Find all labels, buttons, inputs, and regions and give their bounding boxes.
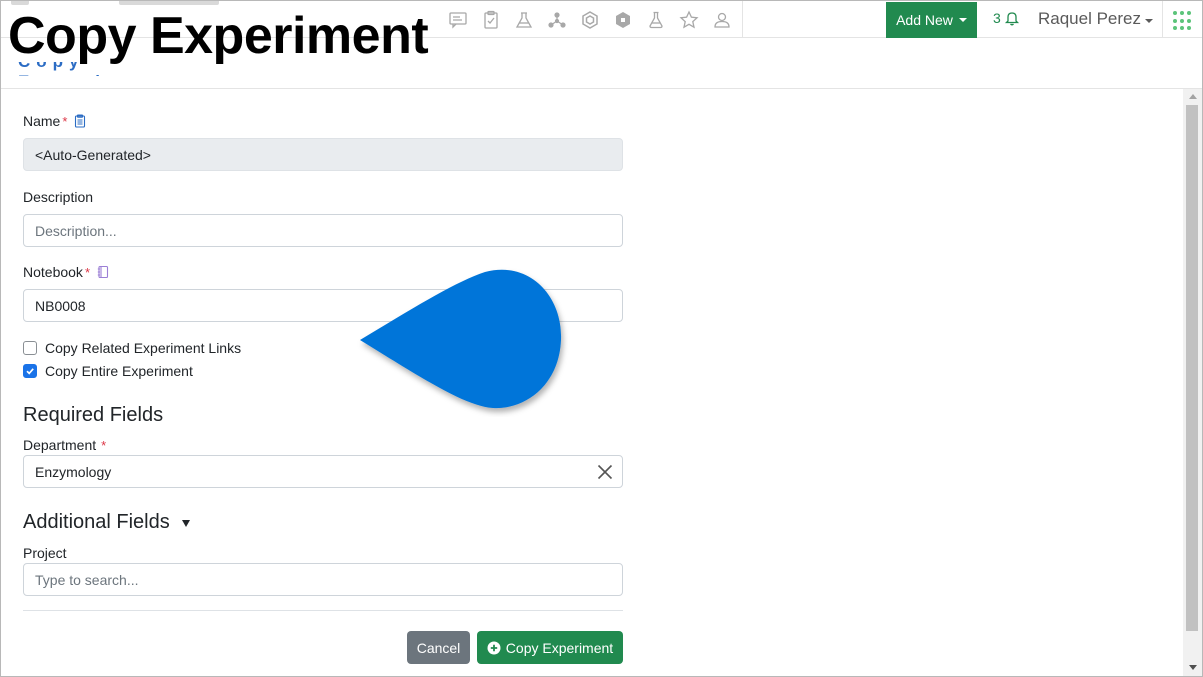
page-title: Copy Experiment: [8, 7, 429, 65]
copy-experiment-label: Copy Experiment: [505, 639, 614, 656]
shield-hex-icon[interactable]: [606, 1, 639, 38]
notebook-icon[interactable]: [96, 265, 110, 279]
close-icon[interactable]: [596, 463, 614, 481]
notifications-button[interactable]: 3: [993, 10, 1020, 26]
check-icon: [26, 368, 34, 375]
nav-icon-bar: [441, 1, 738, 38]
department-label: Department *: [23, 437, 107, 453]
copy-related-links-label: Copy Related Experiment Links: [45, 340, 242, 356]
name-field: <Auto-Generated>: [23, 138, 623, 171]
lab-flask-icon[interactable]: [507, 1, 540, 38]
tab-stub: [119, 1, 219, 5]
add-new-button[interactable]: Add New: [886, 2, 977, 38]
vertical-scrollbar[interactable]: [1183, 89, 1202, 676]
apps-divider: [1162, 1, 1163, 38]
notebook-label: Notebook *: [23, 264, 110, 280]
app-grid-icon[interactable]: [1173, 11, 1193, 31]
copy-experiment-button[interactable]: Copy Experiment: [477, 631, 623, 664]
user-outline-icon[interactable]: [705, 1, 738, 38]
user-name: Raquel Perez: [1038, 9, 1142, 28]
project-label: Project: [23, 545, 67, 561]
star-icon[interactable]: [672, 1, 705, 38]
page-subtitle-clipped: Copy Experiment: [10, 62, 120, 76]
clipboard-icon[interactable]: [73, 114, 87, 128]
project-search-input[interactable]: [23, 563, 623, 596]
form-divider: [23, 610, 623, 611]
chat-sheet-icon[interactable]: [441, 1, 474, 38]
notification-count: 3: [993, 10, 1001, 26]
copy-related-links-checkbox[interactable]: [23, 341, 37, 355]
scrollbar-thumb[interactable]: [1186, 105, 1198, 631]
scroll-down-arrow-icon[interactable]: [1189, 665, 1197, 670]
caret-down-icon: [181, 520, 190, 527]
copy-entire-experiment-label: Copy Entire Experiment: [45, 363, 193, 379]
flask-icon[interactable]: [639, 1, 672, 38]
bell-icon: [1004, 12, 1019, 26]
scroll-up-arrow-icon[interactable]: [1189, 94, 1197, 99]
cancel-button[interactable]: Cancel: [407, 631, 470, 664]
department-select[interactable]: Enzymology: [23, 455, 623, 488]
chevron-down-icon: [1145, 18, 1154, 23]
nav-divider: [742, 1, 743, 38]
required-fields-heading: Required Fields: [23, 404, 164, 426]
molecule-icon[interactable]: [540, 1, 573, 38]
plus-circle-icon: [487, 641, 501, 654]
copy-related-links-option[interactable]: Copy Related Experiment Links: [23, 340, 241, 356]
description-label: Description: [23, 189, 94, 205]
tab-stub: [11, 1, 29, 5]
teardrop-pointer: [360, 269, 562, 409]
user-menu[interactable]: Raquel Perez: [1038, 9, 1154, 29]
chevron-down-icon: [958, 18, 967, 22]
copy-entire-experiment-checkbox[interactable]: [23, 364, 37, 378]
header-divider: [1, 88, 1202, 89]
hexagon-compound-icon[interactable]: [573, 1, 606, 38]
name-label: Name *: [23, 113, 87, 129]
add-new-label: Add New: [896, 12, 953, 28]
additional-fields-toggle[interactable]: Additional Fields: [23, 511, 190, 534]
description-input[interactable]: [23, 214, 623, 247]
clipboard-check-icon[interactable]: [474, 1, 507, 38]
copy-entire-experiment-option[interactable]: Copy Entire Experiment: [23, 363, 193, 379]
